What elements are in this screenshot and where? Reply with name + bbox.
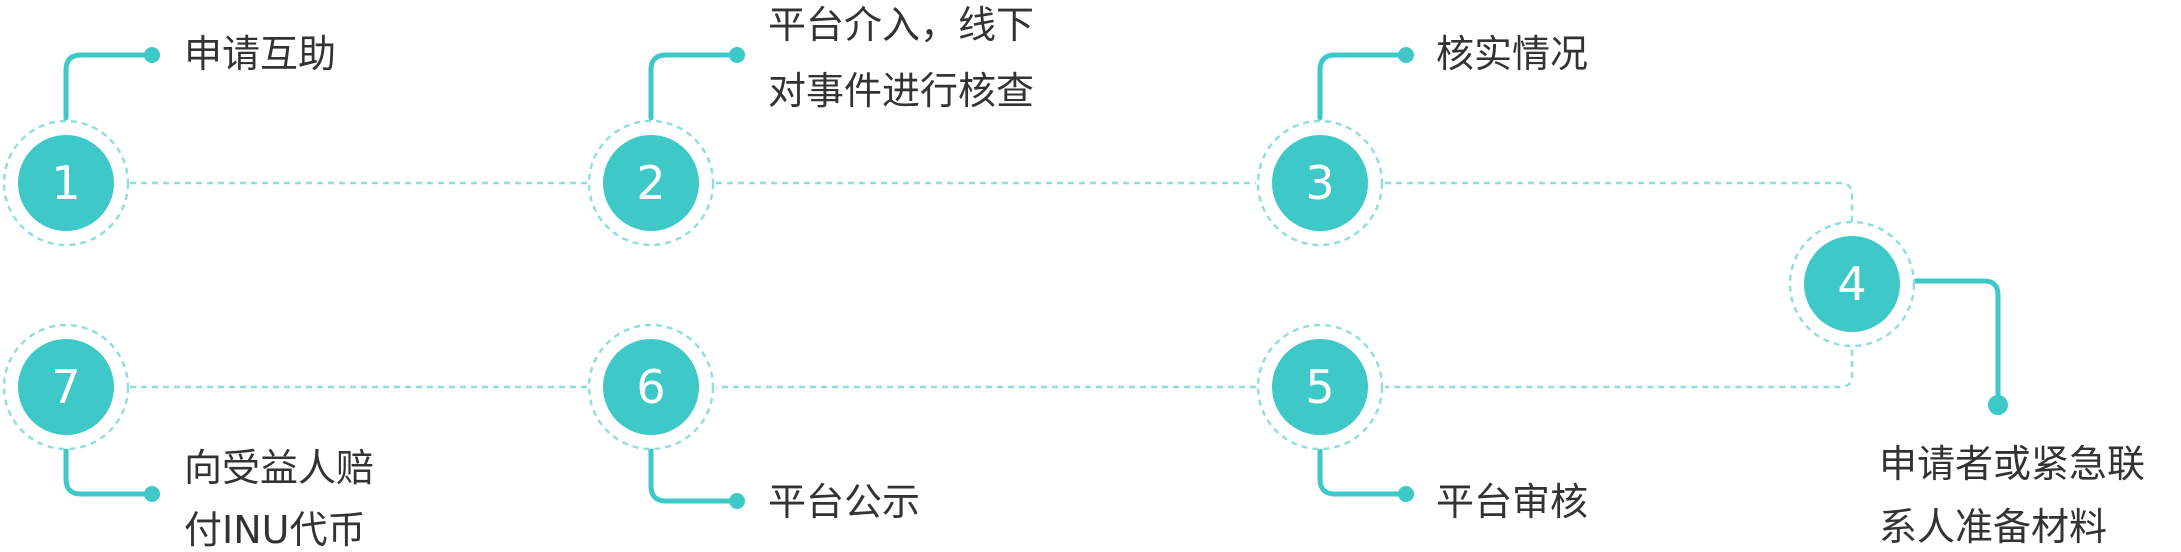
step-6-leader: [648, 447, 740, 504]
step-2-number: 2: [636, 156, 665, 210]
step-6-leader-dot: [729, 493, 745, 509]
step-4-leader-dot: [1988, 395, 2008, 415]
step-7-leader-dot: [144, 486, 160, 502]
step-6: 6 平台公示: [587, 323, 920, 524]
step-7-number: 7: [51, 360, 80, 414]
step-3-leader: [1317, 52, 1409, 121]
step-7-label-line-2: 付INU代币: [184, 508, 365, 552]
step-7: 7 向受益人赔 付INU代币: [2, 323, 374, 552]
step-2: 2 平台介入，线下 对事件进行核查: [587, 3, 1034, 247]
step-2-label-line-2: 对事件进行核查: [768, 69, 1034, 113]
step-4-label-line-2: 系人准备材料: [1879, 505, 2107, 549]
step-6-label-line-1: 平台公示: [768, 480, 920, 524]
step-3-label-line-1: 核实情况: [1436, 32, 1588, 76]
step-1-leader: [63, 52, 155, 121]
step-3-number: 3: [1305, 156, 1334, 210]
step-4-number: 4: [1837, 257, 1866, 311]
connector-4-5: [1385, 350, 1854, 389]
step-7-label-line-1: 向受益人赔: [184, 446, 374, 490]
step-6-number: 6: [636, 360, 665, 414]
connector-path: [130, 181, 1854, 389]
step-5-leader-dot: [1398, 486, 1414, 502]
step-2-leader: [648, 52, 740, 121]
step-1: 1 申请互助: [2, 32, 336, 247]
step-1-label-line-1: 申请互助: [184, 32, 336, 76]
step-4-label-line-1: 申请者或紧急联: [1879, 442, 2145, 486]
step-7-leader: [63, 447, 155, 497]
step-4: 4 申请者或紧急联 系人准备材料: [1788, 220, 2145, 549]
step-5-label-line-1: 平台审核: [1436, 480, 1588, 524]
step-3: 3 核实情况: [1256, 32, 1588, 247]
step-5-leader: [1317, 447, 1409, 497]
step-2-leader-dot: [729, 47, 745, 63]
step-5-number: 5: [1305, 360, 1334, 414]
step-1-leader-dot: [144, 47, 160, 63]
step-5: 5 平台审核: [1256, 323, 1588, 524]
process-flow-diagram: 1 申请互助 2 平台介入，线下 对事件进行核查 3 核实情况 4 申请者或紧急…: [2, 3, 2145, 552]
step-3-leader-dot: [1398, 47, 1414, 63]
step-4-leader: [1913, 278, 2001, 407]
connector-3-4: [1385, 181, 1854, 222]
step-2-label-line-1: 平台介入，线下: [768, 3, 1034, 47]
step-1-number: 1: [51, 156, 80, 210]
